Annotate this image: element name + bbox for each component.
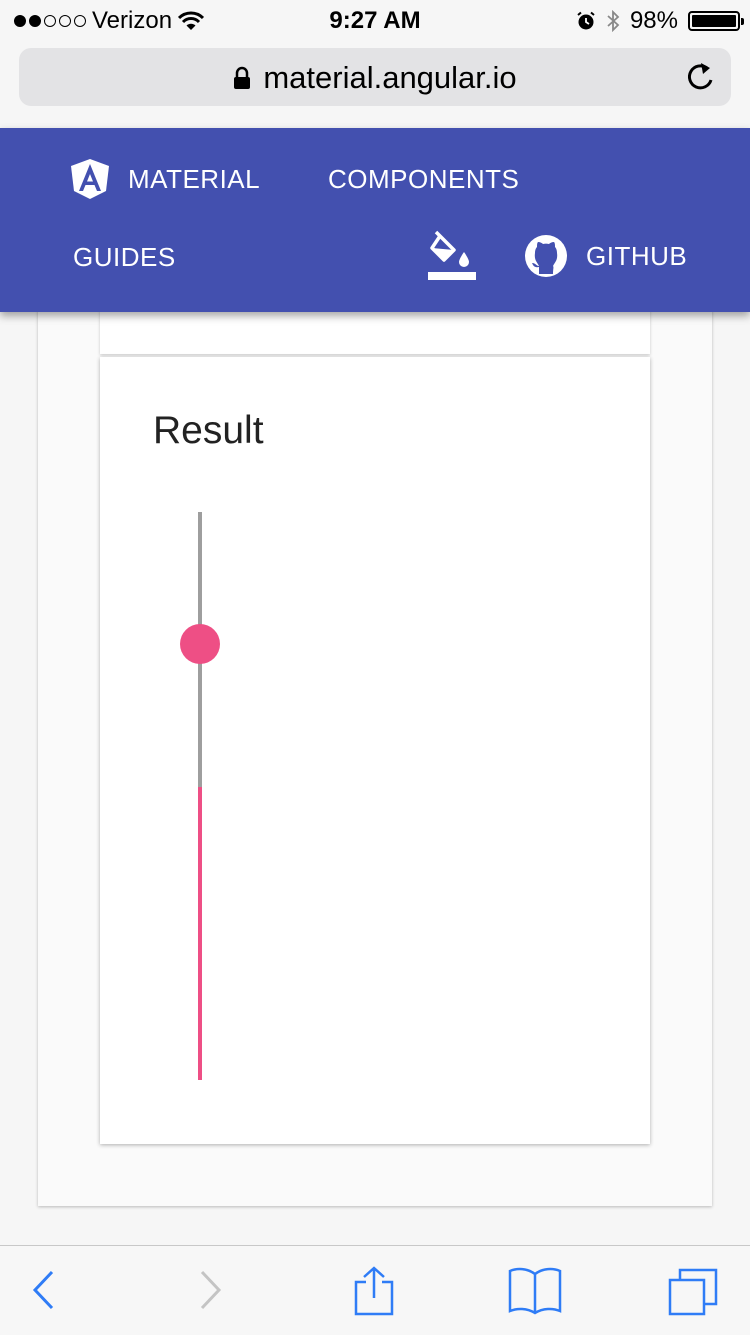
nav-github-label: GITHUB: [586, 240, 688, 271]
address-bar[interactable]: material.angular.io: [19, 48, 731, 106]
theme-picker-button[interactable]: [426, 228, 478, 282]
lock-icon: [234, 66, 251, 89]
reload-icon[interactable]: [685, 60, 717, 94]
nav-guides-label: GUIDES: [73, 241, 176, 272]
forward-icon[interactable]: [198, 1266, 224, 1314]
nav-guides[interactable]: GUIDES: [73, 236, 176, 278]
back-icon[interactable]: [30, 1266, 56, 1314]
github-icon: [525, 235, 567, 277]
nav-github[interactable]: GITHUB: [524, 234, 687, 278]
browser-toolbar: [0, 1245, 750, 1335]
nav-components[interactable]: COMPONENTS: [328, 158, 519, 200]
result-title: Result: [153, 409, 264, 452]
share-icon[interactable]: [352, 1266, 396, 1316]
nav-components-label: COMPONENTS: [328, 163, 520, 194]
vertical-slider[interactable]: [178, 512, 222, 1082]
result-card: Result: [100, 357, 650, 1144]
nav-material-label: MATERIAL: [128, 163, 261, 194]
url-text[interactable]: material.angular.io: [263, 60, 516, 96]
tabs-icon[interactable]: [666, 1266, 720, 1316]
alarm-icon: [577, 11, 595, 30]
slider-thumb[interactable]: [180, 624, 220, 664]
angular-logo-icon: [71, 159, 109, 199]
bluetooth-icon: [607, 10, 620, 32]
theme-picker-icon: [428, 230, 476, 280]
status-bar: Verizon 9:27 AM 98%: [0, 0, 750, 40]
slider-track-fill[interactable]: [198, 787, 202, 1080]
status-right: 98%: [576, 7, 744, 35]
bookmarks-icon[interactable]: [507, 1266, 563, 1316]
nav-material[interactable]: MATERIAL: [70, 158, 260, 200]
battery-percent: 98%: [629, 7, 678, 34]
battery-icon: [688, 11, 744, 31]
app-header: MATERIAL COMPONENTS GUIDES GITHUB: [0, 128, 750, 312]
